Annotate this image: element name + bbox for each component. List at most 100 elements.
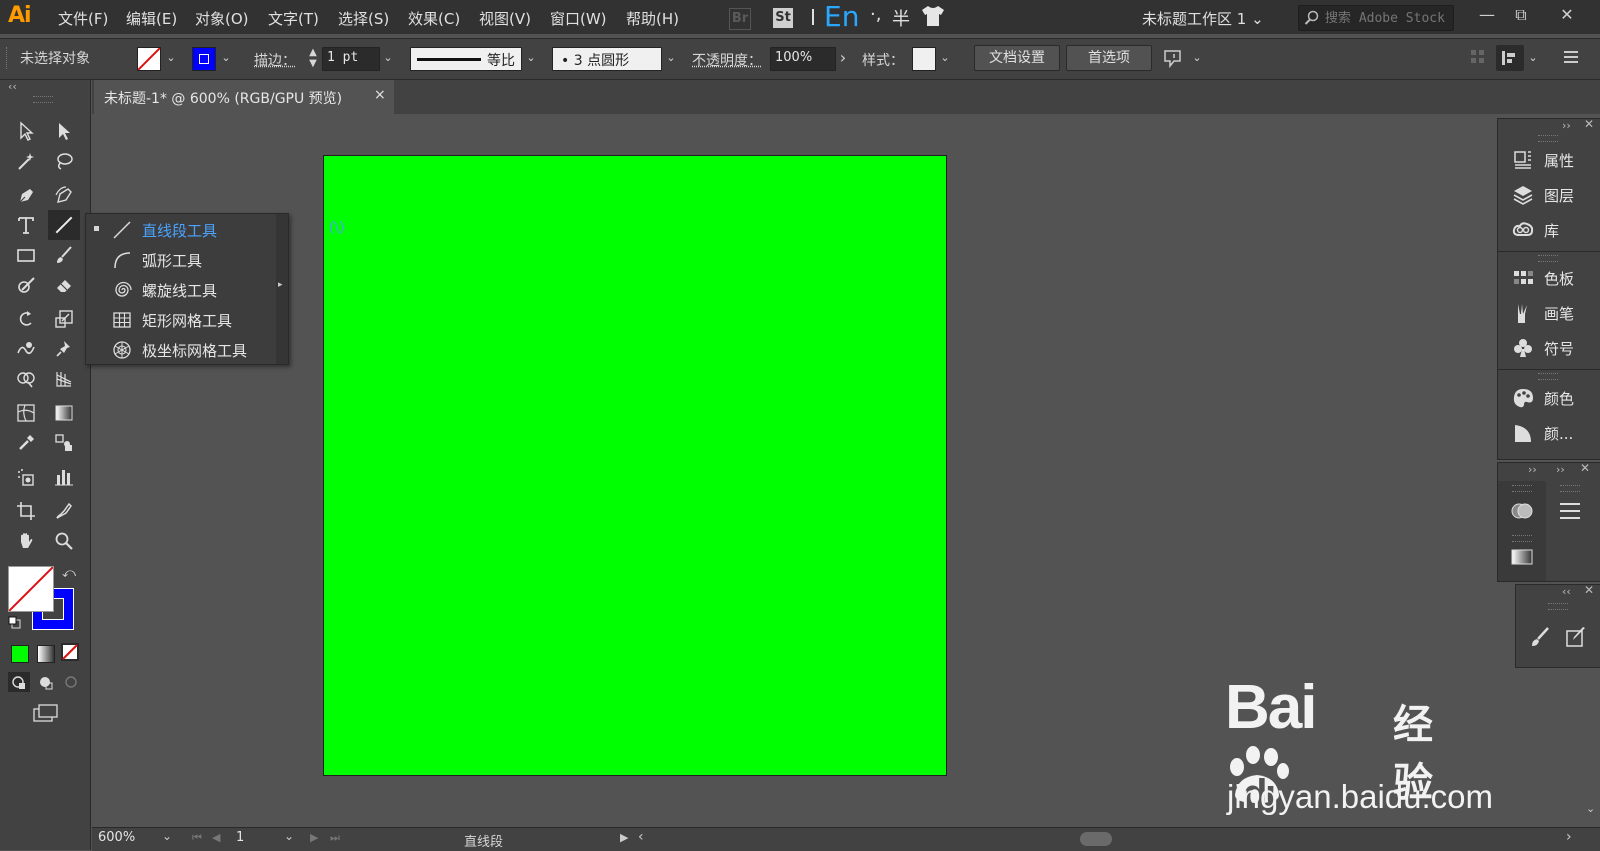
panel-swatches[interactable]: 色板: [1498, 261, 1594, 296]
collapse-toolbar-icon[interactable]: ‹‹: [8, 80, 17, 93]
document-setup-button[interactable]: 文档设置: [974, 45, 1060, 71]
chevron-right-icon[interactable]: ›: [836, 47, 850, 71]
zoom-level-field[interactable]: 600%: [98, 830, 158, 848]
line-segment-tool[interactable]: [48, 210, 80, 240]
fill-swatch[interactable]: [137, 47, 161, 71]
zoom-tool[interactable]: [50, 528, 78, 554]
draw-normal-icon[interactable]: [8, 672, 30, 692]
pathfinder-icon[interactable]: [1510, 499, 1534, 527]
brush-stroke-icon[interactable]: [1528, 625, 1552, 653]
direct-selection-tool[interactable]: [50, 118, 78, 144]
graphic-style-swatch[interactable]: [912, 47, 936, 71]
next-artboard-icon[interactable]: ▶: [310, 831, 318, 844]
toolbar-grip[interactable]: [33, 96, 53, 103]
horizontal-scrollbar-thumb[interactable]: [1080, 832, 1112, 846]
panel-grip[interactable]: [1538, 373, 1558, 380]
stroke-weight-field[interactable]: 1 pt: [322, 47, 380, 71]
stroke-weight-stepper[interactable]: ▲ ▼: [306, 47, 320, 71]
menu-effect[interactable]: 效果(C): [408, 8, 460, 29]
curvature-tool[interactable]: [50, 182, 78, 208]
eraser-tool[interactable]: [50, 272, 78, 298]
align-panel-icon[interactable]: [1496, 45, 1524, 71]
panel-menu-icon[interactable]: [1562, 49, 1580, 69]
ime-half-width[interactable]: 半: [892, 5, 910, 31]
opacity-field[interactable]: 100%: [770, 47, 836, 71]
default-fill-stroke-icon[interactable]: [8, 616, 22, 630]
ime-en-indicator[interactable]: En: [824, 0, 859, 33]
screen-mode-icon[interactable]: [30, 702, 60, 724]
puppet-warp-tool[interactable]: [50, 336, 78, 362]
restore-button[interactable]: ⧉: [1506, 4, 1536, 26]
mesh-tool[interactable]: [12, 400, 40, 426]
collapse-panel-icon[interactable]: ‹‹: [1562, 585, 1571, 598]
bridge-button[interactable]: Br: [729, 8, 751, 30]
fill-color-box[interactable]: [8, 566, 54, 612]
panel-brushes[interactable]: 画笔: [1498, 296, 1594, 331]
scroll-down-icon[interactable]: ⌄: [1586, 802, 1595, 815]
last-artboard-icon[interactable]: ⏭: [330, 831, 340, 845]
stroke-label[interactable]: 描边：: [254, 50, 296, 70]
menu-object[interactable]: 对象(O): [195, 8, 249, 29]
stock-search-box[interactable]: [1298, 5, 1454, 31]
chevron-down-icon[interactable]: ⌄: [664, 47, 678, 71]
chevron-down-icon[interactable]: ⌄: [524, 47, 538, 71]
rotate-tool[interactable]: [12, 306, 40, 332]
draw-inside-icon[interactable]: [60, 672, 82, 692]
chevron-down-icon[interactable]: ⌄: [284, 829, 294, 843]
scroll-left-icon[interactable]: ‹: [638, 829, 644, 845]
menu-edit[interactable]: 编辑(E): [126, 8, 177, 29]
grid-layout-icon[interactable]: [1470, 49, 1486, 69]
close-panel-icon[interactable]: ✕: [1584, 583, 1594, 597]
menu-view[interactable]: 视图(V): [479, 8, 531, 29]
close-tab-icon[interactable]: ×: [374, 87, 386, 103]
type-tool[interactable]: [12, 212, 40, 238]
stock-search-input[interactable]: [1323, 8, 1452, 28]
chevron-down-icon[interactable]: ⌄: [162, 829, 172, 843]
expand-panel-icon[interactable]: ››: [1556, 463, 1565, 476]
paintbrush-tool[interactable]: [50, 242, 78, 268]
panel-grip[interactable]: [1512, 485, 1532, 492]
magic-wand-tool[interactable]: [12, 148, 40, 174]
close-window-button[interactable]: ✕: [1552, 4, 1582, 26]
arrange-icon[interactable]: [1162, 47, 1186, 73]
tearoff-bar[interactable]: ▸: [276, 214, 288, 364]
panel-grip[interactable]: [1538, 135, 1558, 142]
warp-tool[interactable]: [12, 336, 40, 362]
chevron-down-icon[interactable]: ⌄: [219, 47, 233, 71]
blend-tool[interactable]: [50, 430, 78, 456]
chevron-down-icon[interactable]: ⌄: [164, 47, 178, 71]
opacity-label[interactable]: 不透明度：: [692, 50, 762, 70]
previous-artboard-icon[interactable]: ◀: [212, 831, 220, 844]
close-panel-icon[interactable]: ✕: [1580, 461, 1590, 475]
hamburger-menu-icon[interactable]: [1558, 499, 1582, 527]
color-mode-button[interactable]: [11, 645, 29, 663]
eyedropper-tool[interactable]: [12, 430, 40, 456]
chevron-down-icon[interactable]: ⌄: [381, 47, 395, 71]
gradient-mode-button[interactable]: [37, 645, 55, 663]
menu-window[interactable]: 窗口(W): [550, 8, 607, 29]
chevron-down-icon[interactable]: ⌄: [1190, 47, 1204, 71]
stock-button[interactable]: St: [773, 8, 793, 28]
column-graph-tool[interactable]: [50, 464, 78, 490]
none-mode-button[interactable]: [61, 643, 79, 661]
minimize-button[interactable]: —: [1472, 4, 1502, 26]
swap-fill-stroke-icon[interactable]: ⤺: [62, 566, 76, 581]
stroke-swatch[interactable]: [192, 47, 216, 71]
lasso-tool[interactable]: [50, 148, 78, 174]
artboard-number-field[interactable]: 1: [236, 830, 276, 848]
control-bar-grip[interactable]: [6, 47, 10, 69]
ime-punctuation[interactable]: ·,: [870, 4, 881, 25]
expand-panel-icon[interactable]: ››: [1528, 463, 1537, 476]
perspective-grid-tool[interactable]: [50, 366, 78, 392]
selection-tool[interactable]: [12, 118, 40, 144]
flyout-item-rectangular-grid[interactable]: 矩形网格工具: [86, 304, 276, 334]
document-tab[interactable]: 未标题-1* @ 600% (RGB/GPU 预览) ×: [94, 80, 394, 114]
pen-tool[interactable]: [12, 182, 40, 208]
slice-tool[interactable]: [50, 498, 78, 524]
artboard[interactable]: [323, 155, 947, 776]
panel-color[interactable]: 颜色: [1498, 381, 1594, 416]
edit-brush-icon[interactable]: [1564, 625, 1588, 653]
scroll-right-icon[interactable]: ›: [1566, 829, 1572, 845]
flyout-item-line-segment[interactable]: 直线段工具 (\): [86, 214, 345, 244]
gradient-tool[interactable]: [50, 400, 78, 426]
